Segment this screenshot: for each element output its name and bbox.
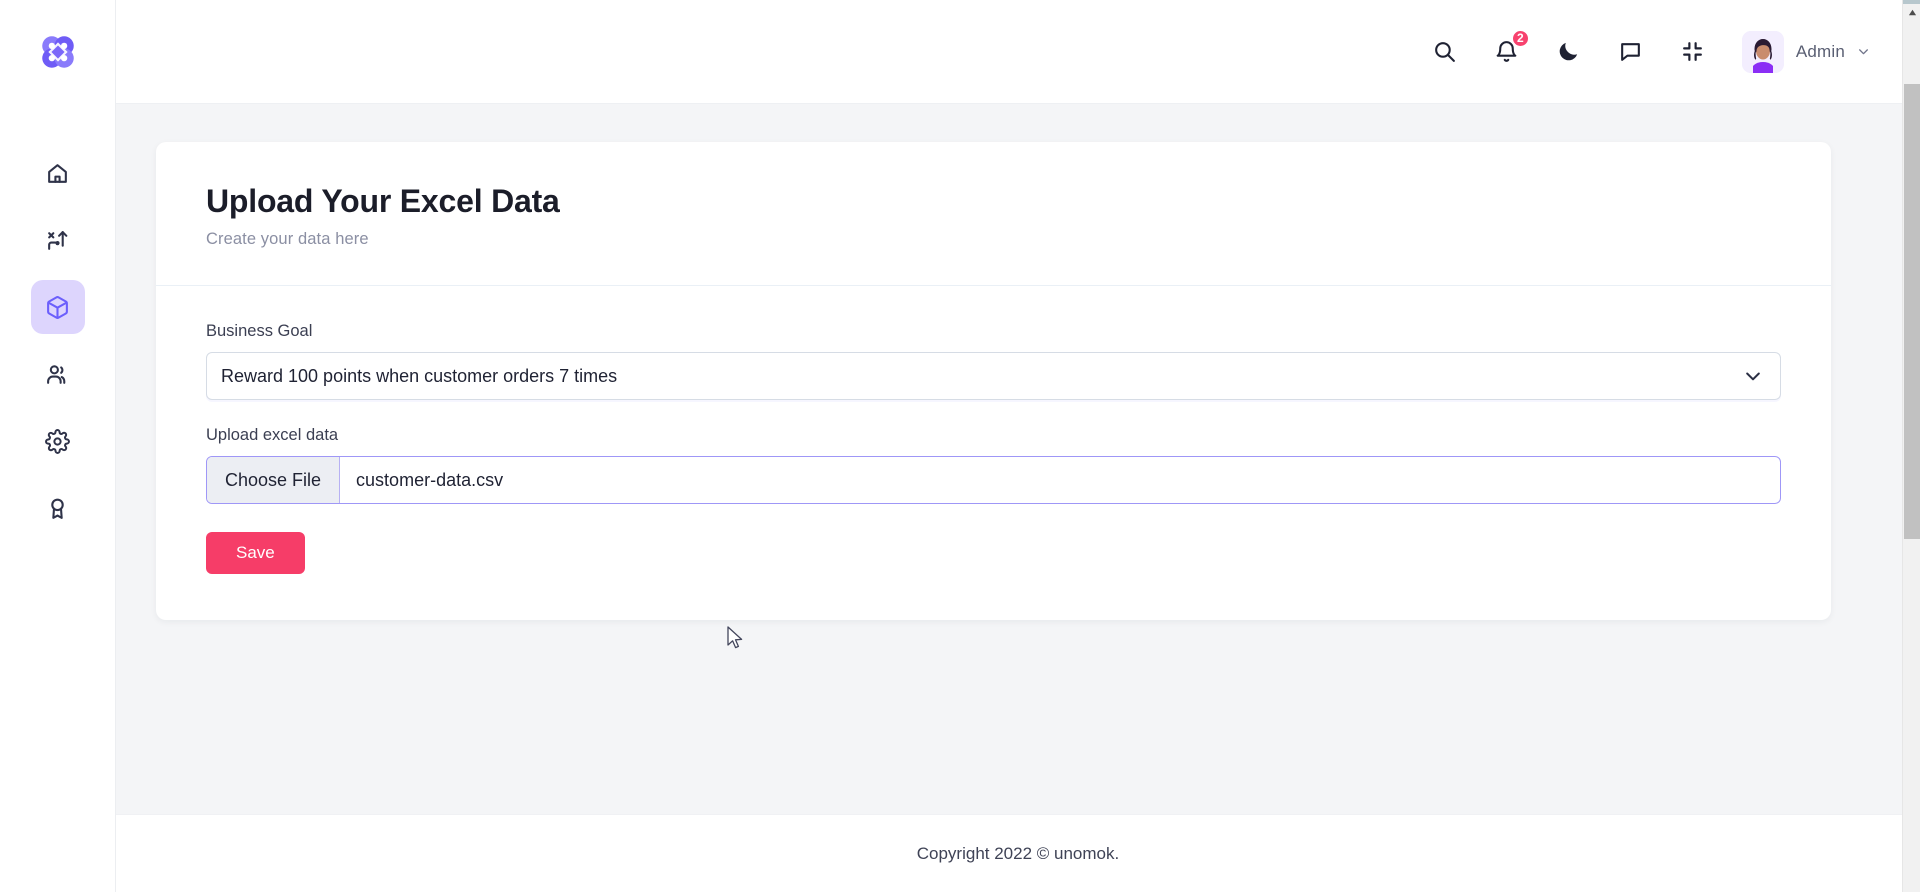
topbar-actions: 2 Admin bbox=[1428, 28, 1870, 73]
clover-knot-logo-icon bbox=[37, 31, 79, 73]
avatar bbox=[1741, 30, 1784, 73]
route-shuffle-icon bbox=[45, 228, 70, 253]
search-button[interactable] bbox=[1428, 35, 1462, 69]
fullscreen-toggle-button[interactable] bbox=[1676, 35, 1710, 69]
sidebar-item-settings[interactable] bbox=[31, 414, 85, 468]
upload-excel-label: Upload excel data bbox=[206, 426, 339, 445]
logo-area[interactable] bbox=[0, 0, 115, 104]
business-goal-label: Business Goal bbox=[206, 322, 313, 341]
sidebar-item-rewards[interactable] bbox=[31, 481, 85, 535]
award-medal-icon bbox=[45, 496, 70, 521]
triangle-up-icon bbox=[1908, 4, 1917, 22]
notifications-button[interactable]: 2 bbox=[1490, 28, 1530, 69]
footer: Copyright 2022 © unomok. bbox=[116, 814, 1920, 892]
home-icon bbox=[45, 161, 70, 186]
main-column: 2 Admin Upload Your Excel Data Create yo… bbox=[116, 0, 1920, 892]
upload-card: Upload Your Excel Data Create your data … bbox=[156, 142, 1831, 621]
business-goal-select[interactable]: Reward 100 points when customer orders 7… bbox=[206, 352, 1781, 401]
search-icon bbox=[1432, 39, 1457, 64]
sidebar-item-journeys[interactable] bbox=[31, 213, 85, 267]
selected-file-name: customer-data.csv bbox=[356, 469, 504, 490]
gear-icon bbox=[45, 428, 70, 454]
file-input-row[interactable]: Choose File customer-data.csv bbox=[206, 456, 1781, 505]
sidebar-nav bbox=[0, 146, 115, 535]
sidebar bbox=[0, 0, 116, 892]
save-button[interactable]: Save bbox=[206, 532, 305, 575]
chevron-down-icon bbox=[1857, 45, 1870, 58]
card-header: Upload Your Excel Data Create your data … bbox=[156, 142, 1831, 287]
card-body: Business Goal Reward 100 points when cus… bbox=[156, 286, 1831, 620]
topbar: 2 Admin bbox=[116, 0, 1920, 104]
page-title: Upload Your Excel Data bbox=[206, 183, 560, 219]
sidebar-item-home[interactable] bbox=[31, 146, 85, 200]
chat-bubble-icon bbox=[1618, 39, 1643, 64]
users-group-icon bbox=[45, 362, 70, 387]
theme-toggle-button[interactable] bbox=[1552, 35, 1586, 69]
business-goal-select-wrap: Reward 100 points when customer orders 7… bbox=[206, 352, 1781, 401]
page-scrollbar[interactable] bbox=[1902, 0, 1920, 892]
copyright-text: Copyright 2022 © unomok. bbox=[916, 843, 1120, 863]
content-area: Upload Your Excel Data Create your data … bbox=[116, 104, 1920, 814]
compress-icon bbox=[1680, 39, 1705, 64]
page-subtitle: Create your data here bbox=[206, 230, 369, 249]
sidebar-item-products[interactable] bbox=[30, 280, 85, 334]
profile-name: Admin bbox=[1795, 41, 1845, 61]
box-package-icon bbox=[45, 295, 70, 320]
moon-icon bbox=[1556, 39, 1581, 64]
scrollbar-thumb[interactable] bbox=[1904, 84, 1920, 539]
messages-button[interactable] bbox=[1614, 35, 1648, 69]
notification-badge: 2 bbox=[1510, 28, 1530, 48]
profile-menu[interactable]: Admin bbox=[1741, 30, 1870, 73]
scrollbar-top-cap bbox=[1903, 0, 1920, 4]
choose-file-button[interactable]: Choose File bbox=[207, 457, 341, 504]
app-root: 2 Admin Upload Your Excel Data Create yo… bbox=[0, 0, 1920, 892]
sidebar-item-customers[interactable] bbox=[31, 347, 85, 401]
business-goal-selected-value: Reward 100 points when customer orders 7… bbox=[221, 365, 618, 386]
scrollbar-up-button[interactable] bbox=[1903, 4, 1920, 22]
